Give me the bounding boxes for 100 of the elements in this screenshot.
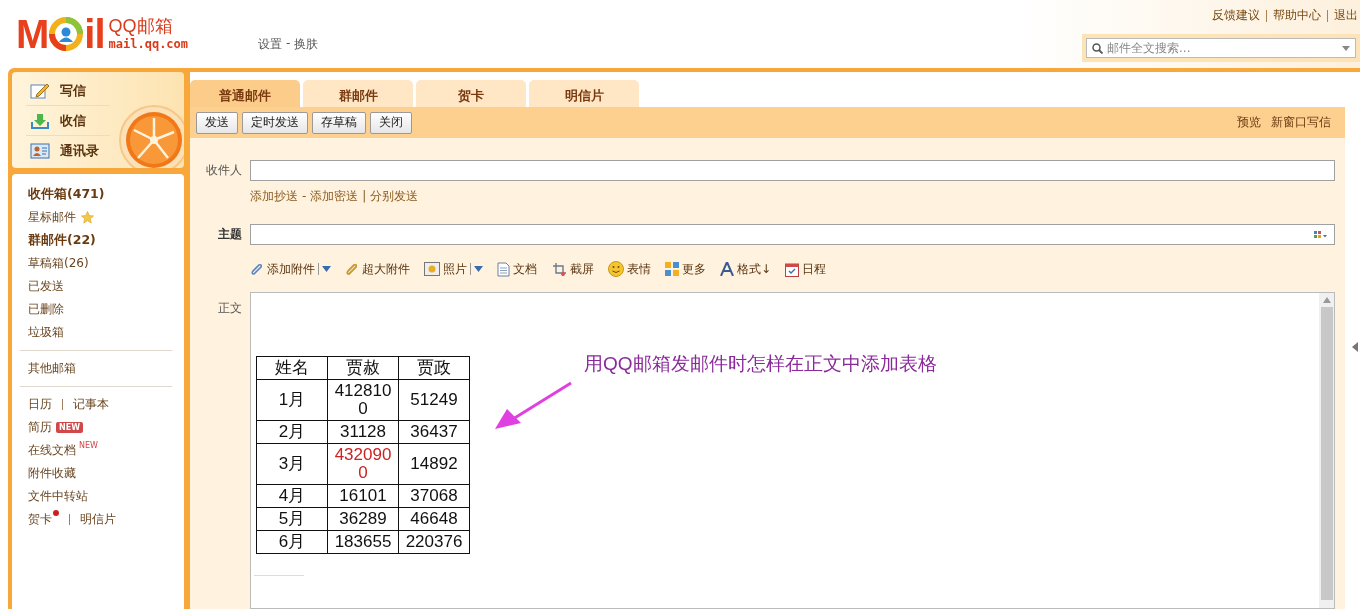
attach-tool[interactable]: 表情 <box>627 260 651 278</box>
folder-item[interactable]: 星标邮件 <box>28 206 178 229</box>
photo-icon <box>424 262 440 276</box>
subject-field[interactable] <box>250 224 1335 245</box>
toolbar-link[interactable]: 新窗口写信 <box>1271 114 1331 131</box>
logo-ring-icon <box>48 16 85 52</box>
folder-item[interactable]: 其他邮箱 <box>28 357 178 380</box>
table-cell: 36437 <box>398 420 470 444</box>
table-cell: 4128100 <box>327 379 399 421</box>
dropdown-caret-icon[interactable] <box>322 266 331 272</box>
table-header-cell: 姓名 <box>256 356 328 380</box>
scrollbar-thumb[interactable] <box>1320 307 1333 600</box>
table-cell: 51249 <box>398 379 470 421</box>
attach-tool[interactable]: 更多 <box>682 260 706 278</box>
table-cell: 16101 <box>327 484 399 508</box>
tool-link[interactable]: 记事本 <box>73 396 109 413</box>
toolbar-button[interactable]: 关闭 <box>370 111 412 134</box>
table-cell: 5月 <box>256 507 328 531</box>
attach-tool[interactable]: 照片 <box>443 260 467 278</box>
toolbar-button[interactable]: 定时发送 <box>242 111 308 134</box>
contact-card-icon <box>30 142 50 159</box>
table-cell: 4320900 <box>327 443 399 485</box>
attach-tool[interactable]: 添加附件 <box>267 260 315 278</box>
tool-link[interactable]: 贺卡 <box>28 511 52 528</box>
smiley-icon <box>608 261 624 277</box>
top-link[interactable]: 反馈建议 <box>1212 7 1260 24</box>
table-cell: 2月 <box>256 420 328 444</box>
attach-tool[interactable]: 格式↓ <box>737 260 772 278</box>
field-label: 收件人 <box>205 162 243 179</box>
field-label: 正文 <box>217 300 243 317</box>
folder-item[interactable]: 群邮件(22) <box>28 229 178 252</box>
attach-tool[interactable]: 超大附件 <box>362 260 410 278</box>
calendar-icon <box>785 261 800 277</box>
toolbar-link[interactable]: 预览 <box>1237 114 1261 131</box>
account-link[interactable]: 换肤 <box>294 36 319 53</box>
field-label: 主题 <box>217 226 243 243</box>
recipient-field[interactable] <box>250 160 1335 181</box>
scroll-up-icon[interactable] <box>1322 297 1331 303</box>
folder-item[interactable]: 已发送 <box>28 275 178 298</box>
color-grid-dropdown-icon[interactable] <box>1314 230 1328 239</box>
link-separator: | <box>362 189 367 203</box>
tool-link[interactable]: 文件中转站 <box>28 488 88 505</box>
dropdown-caret-icon[interactable] <box>1342 46 1350 51</box>
tool-link[interactable]: 日历 <box>28 396 52 413</box>
annotation-text: 用QQ邮箱发邮件时怎样在正文中添加表格 <box>584 352 937 376</box>
recipient-link[interactable]: 添加抄送 <box>250 187 298 205</box>
search-icon <box>1092 43 1103 54</box>
new-badge: NEW <box>56 422 83 433</box>
table-cell: 14892 <box>398 443 470 485</box>
quick-action[interactable]: 通讯录 <box>26 136 110 165</box>
paperclip-icon <box>250 262 264 276</box>
table-cell: 37068 <box>398 484 470 508</box>
tool-link[interactable]: 明信片 <box>80 511 116 528</box>
document-icon <box>497 261 510 277</box>
pencil-note-icon <box>30 81 50 100</box>
search-field[interactable]: 邮件全文搜索... <box>1086 38 1356 58</box>
top-link[interactable]: 退出 <box>1334 7 1358 24</box>
tool-link[interactable]: 在线文档 <box>28 442 76 459</box>
attach-tool[interactable]: 日程 <box>802 260 827 278</box>
star-icon <box>81 211 94 224</box>
grid-icon <box>665 262 679 276</box>
compose-tab[interactable]: 普通邮件 <box>190 80 300 107</box>
logo-domain: mail.qq.com <box>108 37 189 51</box>
quick-action[interactable]: 收信 <box>26 106 110 136</box>
table-cell: 46648 <box>398 507 470 531</box>
new-label: NEW <box>79 441 98 450</box>
toolbar-button[interactable]: 发送 <box>196 111 238 134</box>
tool-link[interactable]: 简历 <box>28 419 52 436</box>
table-cell: 4月 <box>256 484 328 508</box>
folder-item[interactable]: 垃圾箱 <box>28 321 178 344</box>
tool-link[interactable]: 附件收藏 <box>28 465 76 482</box>
table-cell: 31128 <box>327 420 399 444</box>
folder-item[interactable]: 已删除 <box>28 298 178 321</box>
table-header-cell: 贾政 <box>398 356 470 380</box>
table-cell: 220376 <box>398 530 470 554</box>
top-link[interactable]: 帮助中心 <box>1273 7 1321 24</box>
link-separator: - <box>302 189 307 203</box>
folder-item[interactable]: 收件箱(471) <box>28 183 178 206</box>
citrus-slice-drawing <box>116 102 184 168</box>
link-separator: - <box>286 36 291 52</box>
collapse-arrow-icon[interactable] <box>1352 342 1358 352</box>
table-cell: 36289 <box>327 507 399 531</box>
attach-tool[interactable]: 截屏 <box>570 260 594 278</box>
table-cell: 3月 <box>256 443 328 485</box>
recipient-link[interactable]: 添加密送 <box>310 187 359 205</box>
account-link[interactable]: 设置 <box>258 36 283 53</box>
quick-action[interactable]: 写信 <box>26 76 110 106</box>
compose-tab[interactable]: 群邮件 <box>303 80 413 107</box>
toolbar-button[interactable]: 存草稿 <box>312 111 366 134</box>
attach-tool[interactable]: 文档 <box>513 260 537 278</box>
letter-a-icon <box>720 262 734 276</box>
table-cell: 6月 <box>256 530 328 554</box>
compose-tab[interactable]: 贺卡 <box>416 80 526 107</box>
recipient-link[interactable]: 分别发送 <box>370 187 419 205</box>
folder-item[interactable]: 草稿箱(26) <box>28 252 178 275</box>
compose-tab[interactable]: 明信片 <box>529 80 639 107</box>
table-header-cell: 贾赦 <box>327 356 399 380</box>
dropdown-caret-icon[interactable] <box>474 266 483 272</box>
body-editor[interactable]: 姓名 贾赦 贾政 1月 4128100 51249 2月 31128 36437 3月 4320900 14892 4月 16101 37068 5月 36289 46648 6月 183655 220376 用QQ邮箱发邮件时怎样在正文中添加表格 <box>250 292 1335 609</box>
logo-letter: M <box>16 14 49 54</box>
